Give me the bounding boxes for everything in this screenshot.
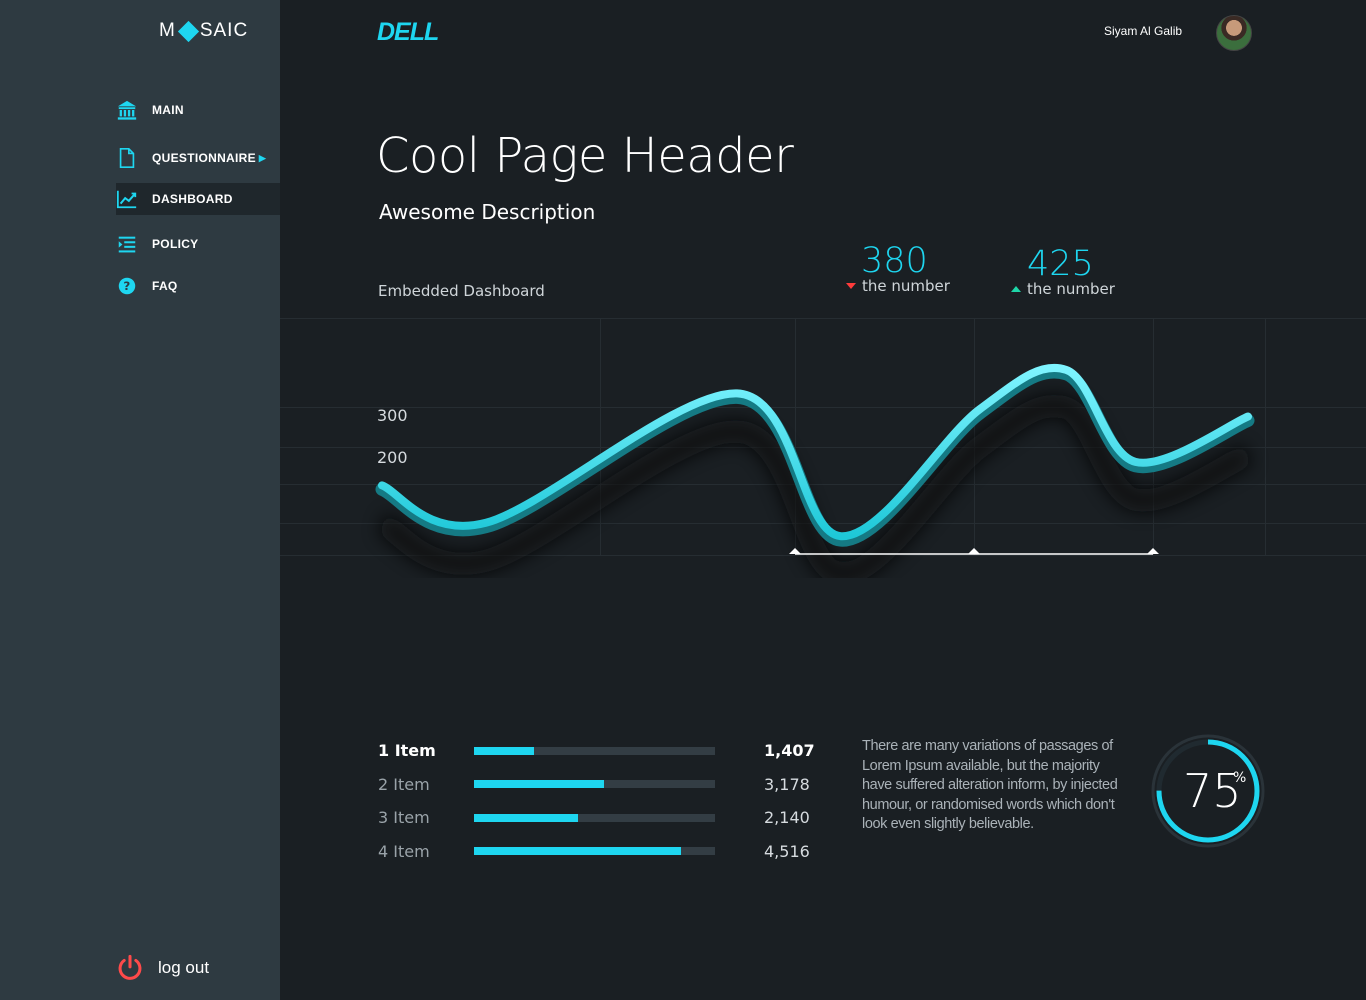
range-handle[interactable] (968, 548, 980, 554)
sidebar-item-policy[interactable]: POLICY (116, 228, 280, 260)
bank-icon (117, 100, 137, 120)
document-icon (119, 148, 135, 168)
sidebar-item-faq[interactable]: ? FAQ (116, 270, 280, 302)
series-line (378, 363, 1252, 541)
item-name: 4 Item (378, 841, 430, 861)
y-tick-label: 300 (377, 406, 408, 425)
page-description: Awesome Description (379, 200, 596, 224)
item-name: 2 Item (378, 774, 430, 794)
sidebar-item-questionnaire[interactable]: QUESTIONNAIRE ▶ (116, 142, 280, 174)
caret-right-icon: ▶ (258, 152, 267, 163)
item-value: 1,407 (764, 741, 815, 761)
sidebar-item-label: FAQ (152, 279, 178, 293)
chart-line-icon (116, 190, 137, 209)
user-name[interactable]: Siyam Al Galib (1104, 24, 1182, 38)
sidebar-item-label: MAIN (152, 103, 184, 117)
stat-value: 380 (861, 241, 928, 281)
y-tick-label: 200 (377, 448, 408, 467)
question-icon: ? (118, 277, 136, 295)
stat-label: the number (862, 277, 950, 295)
progress-bar (474, 746, 715, 755)
series-line-shadow (377, 394, 1253, 578)
range-handle[interactable] (1147, 548, 1159, 554)
logo-text-right: SAIC (199, 20, 249, 41)
progress-bar (474, 813, 715, 822)
sidebar-item-label: DASHBOARD (152, 192, 233, 206)
diamond-icon (177, 20, 199, 42)
item-value: 3,178 (764, 774, 810, 794)
stat-label: the number (1027, 280, 1115, 298)
list-item[interactable]: 3 Item 2,140 (378, 801, 818, 835)
gauge-unit: % (1233, 770, 1247, 786)
stat-value: 425 (1027, 244, 1094, 284)
progress-bar (474, 847, 715, 856)
mosaic-logo[interactable]: M SAIC (159, 20, 248, 42)
stat-down: 380 the number (846, 241, 950, 295)
sidebar-item-dashboard[interactable]: DASHBOARD (116, 183, 280, 215)
item-name: 1 Item (378, 741, 436, 761)
progress-fill (474, 847, 682, 856)
svg-text:?: ? (123, 279, 130, 293)
page-title: Cool Page Header (376, 128, 794, 184)
embedded-dashboard-label: Embedded Dashboard (378, 282, 545, 300)
logout-label: log out (158, 958, 210, 977)
item-value: 4,516 (764, 841, 810, 861)
list-item[interactable]: 2 Item 3,178 (378, 768, 818, 802)
power-icon (118, 954, 142, 980)
sidebar-item-main[interactable]: MAIN (116, 94, 280, 126)
chart-ticks: 300 200 (377, 406, 408, 467)
list-indent-icon (118, 236, 136, 253)
logout-button[interactable]: log out (116, 954, 209, 982)
arrow-up-icon (1011, 286, 1021, 292)
item-name: 3 Item (378, 808, 430, 828)
items-list: 1 Item 1,407 2 Item 3,178 3 Item 2,140 4… (378, 734, 818, 868)
stat-up: 425 the number (1011, 244, 1115, 298)
list-item[interactable]: 4 Item 4,516 (378, 835, 818, 869)
list-item[interactable]: 1 Item 1,407 (378, 734, 818, 768)
sidebar: M SAIC MAIN QUESTIONNAIRE ▶ DASHBOARD PO… (0, 0, 280, 1000)
progress-fill (474, 746, 535, 755)
progress-bar (474, 780, 715, 789)
arrow-down-icon (846, 283, 856, 289)
progress-fill (474, 813, 578, 822)
sidebar-item-label: QUESTIONNAIRE (152, 151, 256, 165)
item-value: 2,140 (764, 808, 810, 828)
logo-text-left: M (159, 20, 176, 41)
line-chart: 300 200 (280, 318, 1366, 578)
avatar[interactable] (1216, 15, 1252, 51)
range-selector[interactable] (789, 548, 1159, 555)
description-paragraph: There are many variations of passages of… (862, 738, 1118, 832)
dell-logo[interactable]: DELL (377, 18, 439, 47)
sidebar-item-label: POLICY (152, 237, 199, 251)
progress-fill (474, 780, 605, 789)
range-handle[interactable] (789, 548, 801, 554)
